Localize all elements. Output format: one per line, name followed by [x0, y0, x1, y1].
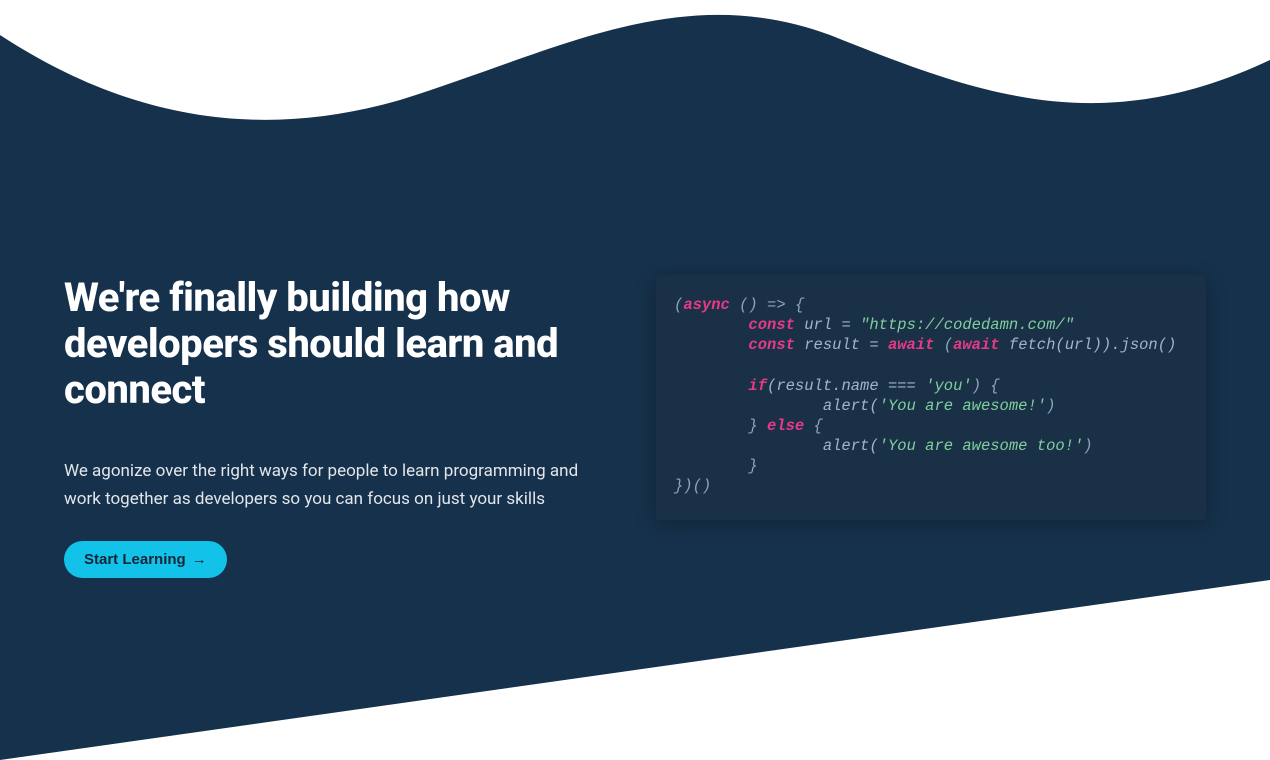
code-snippet: (async () => { const url = "https://code…: [674, 295, 1184, 496]
start-learning-button[interactable]: Start Learning →: [64, 541, 227, 578]
hero-section: We're finally building how developers sh…: [0, 0, 1270, 760]
hero-heading: We're finally building how developers sh…: [64, 275, 616, 413]
code-snippet-card: (async () => { const url = "https://code…: [656, 275, 1206, 520]
arrow-right-icon: →: [192, 551, 207, 568]
hero-subtext: We agonize over the right ways for peopl…: [64, 457, 616, 513]
hero-content: We're finally building how developers sh…: [0, 0, 1270, 578]
hero-text-block: We're finally building how developers sh…: [64, 275, 616, 578]
cta-label: Start Learning: [84, 551, 186, 568]
